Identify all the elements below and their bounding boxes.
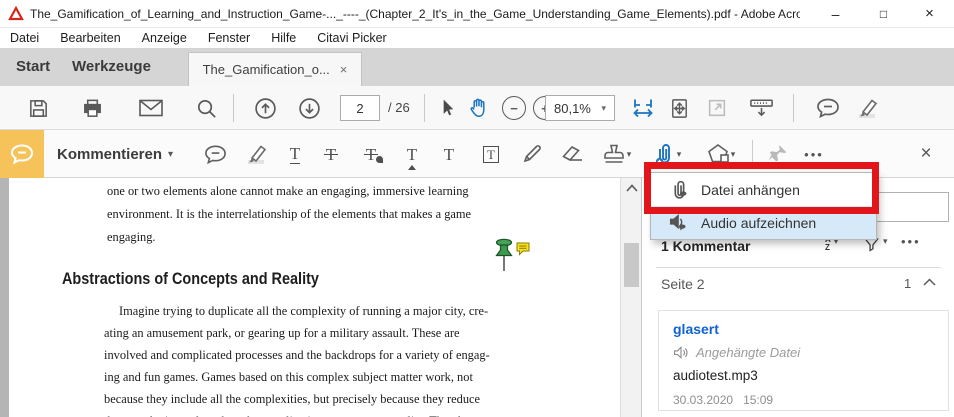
add-text-comment-tool[interactable]: T (436, 130, 462, 178)
eraser-tool[interactable] (556, 130, 590, 178)
stamp-tool[interactable]: ▾ (596, 130, 636, 178)
tab-document-label: The_Gamification_o... (203, 62, 330, 77)
document-text-line: because they include all the complexitie… (104, 392, 480, 407)
attachment-pushpin-annotation[interactable] (493, 238, 515, 274)
save-button[interactable] (24, 86, 52, 130)
highlighter-icon[interactable] (850, 86, 884, 130)
document-text-line: ing and fun games. Games based on this c… (104, 370, 473, 385)
comment-date: 30.03.2020 (673, 393, 733, 407)
search-icon[interactable] (192, 86, 220, 130)
close-comment-toolbar-button[interactable]: × (908, 130, 944, 178)
annotation-type-label: Angehängte Datei (696, 345, 800, 360)
document-background-strip (0, 178, 9, 417)
chevron-down-icon: ▾ (731, 149, 736, 160)
document-text-line: one or two elements alone cannot make an… (107, 184, 469, 199)
menu-hilfe[interactable]: Hilfe (271, 31, 296, 45)
panel-divider (656, 267, 941, 268)
zoom-level-value: 80,1% (554, 101, 591, 116)
zoom-level-select[interactable]: 80,1% ▾ (545, 95, 615, 121)
scrollbar-thumb[interactable] (624, 243, 639, 287)
select-tool[interactable] (434, 86, 460, 130)
chevron-down-icon: ▾ (627, 149, 632, 160)
comment-time: 15:09 (743, 393, 773, 407)
kommentieren-dropdown[interactable]: Kommentieren ▾ (57, 130, 173, 178)
menu-datei[interactable]: Datei (10, 31, 39, 45)
main-toolbar: / 26 − + 80,1% ▾ (0, 86, 954, 130)
window-title: The_Gamification_of_Learning_and_Instruc… (30, 7, 800, 21)
scrollbar-up-arrow[interactable] (621, 184, 642, 192)
panel-more-options-button[interactable]: ••• (901, 234, 921, 249)
document-text-line: environment. It is the interrelationship… (107, 207, 471, 222)
email-button[interactable] (136, 86, 166, 130)
document-text-line: engaging. (107, 230, 156, 245)
sticky-note-tool[interactable] (198, 130, 232, 178)
comment-mode-icon[interactable] (0, 130, 44, 178)
comments-count-header: 1 Kommentar (661, 238, 750, 254)
replace-text-tool[interactable]: T (356, 130, 386, 178)
kommentieren-label: Kommentieren (57, 146, 162, 163)
page-group-count: 1 (904, 276, 911, 291)
tab-werkzeuge[interactable]: Werkzeuge (72, 48, 151, 86)
previous-page-button[interactable] (250, 86, 280, 130)
page-number-input[interactable] (340, 95, 380, 121)
strikethrough-text-tool[interactable]: T (318, 130, 344, 178)
chevron-down-icon: ▾ (601, 103, 606, 114)
collapse-group-chevron[interactable] (923, 278, 936, 286)
insert-text-tool[interactable]: T (398, 130, 426, 178)
speaker-icon (673, 345, 689, 360)
menu-fenster[interactable]: Fenster (208, 31, 250, 45)
red-highlight-annotation (644, 162, 879, 214)
chevron-down-icon: ▾ (883, 236, 888, 247)
attached-file-name: audiotest.mp3 (673, 368, 934, 383)
text-box-tool[interactable]: T (476, 130, 506, 178)
next-page-button[interactable] (294, 86, 324, 130)
page-group-label: Seite 2 (661, 276, 705, 292)
comment-card[interactable]: glasert Angehängte Datei audiotest.mp3 3… (658, 310, 949, 411)
menu-bearbeiten[interactable]: Bearbeiten (60, 31, 120, 45)
hand-tool[interactable] (464, 86, 494, 130)
comment-note-icon[interactable] (516, 242, 531, 256)
title-bar: The_Gamification_of_Learning_and_Instruc… (0, 0, 954, 28)
tab-close-icon[interactable]: × (340, 62, 348, 77)
print-button[interactable] (78, 86, 106, 130)
underline-text-tool[interactable]: T (282, 130, 308, 178)
chevron-down-icon: ▾ (168, 149, 173, 160)
draw-tool[interactable] (516, 130, 548, 178)
page-count-label: / 26 (388, 86, 410, 130)
menu-item-label: Audio aufzeichnen (701, 215, 816, 231)
maximize-button[interactable]: □ (861, 0, 906, 28)
toolbar-separator (424, 94, 425, 122)
close-window-button[interactable]: × (907, 0, 952, 28)
menu-bar: Datei Bearbeiten Anzeige Fenster Hilfe C… (0, 28, 954, 48)
speaker-note-icon (667, 211, 691, 235)
tab-document[interactable]: The_Gamification_o... × (188, 52, 362, 86)
document-page[interactable]: one or two elements alone cannot make an… (9, 178, 618, 417)
section-heading: Abstractions of Concepts and Reality (62, 269, 319, 289)
menu-anzeige[interactable]: Anzeige (142, 31, 187, 45)
comment-author: glasert (673, 321, 934, 337)
acrobat-pdf-icon (8, 6, 24, 22)
tab-start[interactable]: Start (16, 48, 50, 86)
toolbar-separator (793, 94, 794, 122)
minimize-button[interactable]: – (813, 0, 858, 28)
toolbar-separator (233, 94, 234, 122)
chevron-down-icon: ▾ (677, 149, 682, 160)
document-scrollbar[interactable] (620, 178, 641, 417)
zoom-out-button[interactable]: − (500, 86, 528, 130)
menu-citavi-picker[interactable]: Citavi Picker (317, 31, 386, 45)
fit-width-tool[interactable] (628, 86, 658, 130)
document-text-line: involved and complicated processes and t… (104, 348, 490, 363)
comment-bubble-icon[interactable] (812, 86, 844, 130)
document-text-line: ating an amusement park, or gearing up f… (104, 326, 460, 341)
document-text-line: Imagine trying to duplicate all the comp… (119, 304, 488, 319)
fit-page-tool[interactable] (664, 86, 694, 130)
tab-bar: Start Werkzeuge The_Gamification_o... × (0, 48, 954, 86)
fullscreen-tool[interactable] (702, 86, 732, 130)
highlight-text-tool[interactable] (238, 130, 274, 178)
acrobat-window: The_Gamification_of_Learning_and_Instruc… (0, 0, 954, 417)
toolbar-presentation-tool[interactable] (744, 86, 778, 130)
